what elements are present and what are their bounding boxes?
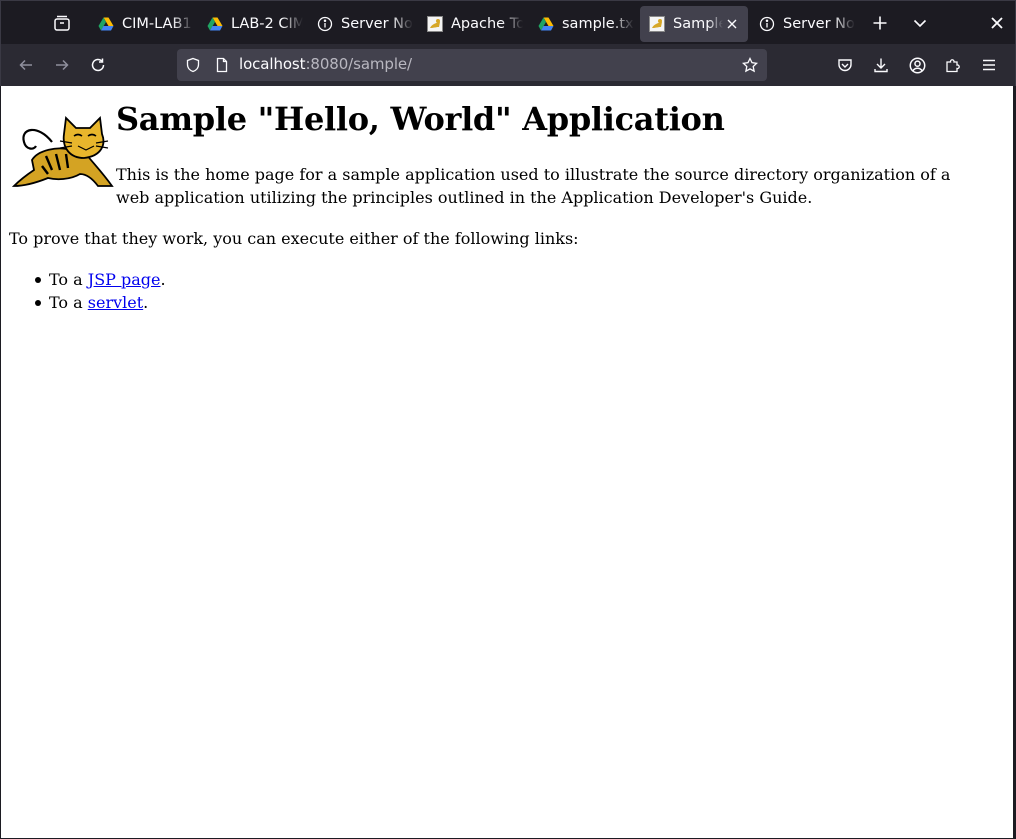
tab-title: Apache To (451, 16, 523, 32)
extensions-button[interactable] (937, 49, 969, 81)
navigation-toolbar: localhost:8080/sample/ (0, 44, 1016, 86)
list-item: To a JSP page. (33, 268, 166, 291)
tab-cim-lab1[interactable]: CIM-LAB1 (89, 6, 197, 42)
puzzle-piece-icon (946, 59, 960, 73)
close-tab-icon[interactable] (724, 16, 740, 32)
jsp-page-link[interactable]: JSP page (88, 270, 161, 289)
google-drive-icon (207, 17, 223, 31)
page-title: Sample "Hello, World" Application (116, 100, 725, 138)
forward-arrow-icon (56, 59, 69, 71)
account-button[interactable] (901, 49, 933, 81)
bookmark-star-icon[interactable] (742, 57, 758, 73)
hamburger-menu-icon (983, 59, 995, 71)
tab-title: Sample (673, 16, 723, 32)
url-text[interactable]: localhost:8080/sample/ (239, 55, 412, 73)
tab-title: CIM-LAB1 (122, 16, 192, 32)
list-all-tabs-button[interactable] (905, 8, 935, 38)
tab-server-not-found-1[interactable]: Server Not (308, 6, 416, 42)
page-info-icon[interactable] (214, 57, 230, 73)
tomcat-icon (427, 16, 443, 32)
tomcat-logo (12, 116, 114, 187)
app-menu-button[interactable] (973, 49, 1005, 81)
firefox-view-icon (54, 15, 70, 31)
tab-title: sample.txt (562, 16, 634, 32)
info-icon (759, 16, 775, 32)
list-item: To a servlet. (33, 291, 166, 314)
close-icon (991, 17, 1003, 29)
tab-title: Server Not (783, 16, 855, 32)
page-content: Sample "Hello, World" Application This i… (1, 86, 1013, 838)
url-bar[interactable]: localhost:8080/sample/ (177, 49, 767, 81)
link-prefix: To a (49, 270, 88, 289)
google-drive-icon (538, 17, 554, 31)
intro-paragraph: This is the home page for a sample appli… (116, 165, 951, 207)
pocket-icon (838, 59, 852, 72)
tab-lab2-cim[interactable]: LAB-2 CIM (198, 6, 306, 42)
account-icon (909, 57, 925, 73)
prove-paragraph: To prove that they work, you can execute… (9, 229, 579, 248)
link-prefix: To a (49, 293, 88, 312)
forward-button[interactable] (46, 49, 78, 81)
new-tab-button[interactable] (865, 8, 895, 38)
back-arrow-icon (19, 59, 32, 71)
google-drive-icon (98, 17, 114, 31)
url-host: localhost (239, 55, 306, 73)
url-path: :8080/sample/ (305, 55, 413, 73)
back-button[interactable] (10, 49, 42, 81)
links-list: To a JSP page. To a servlet. (33, 268, 166, 314)
tab-strip: CIM-LAB1 LAB-2 CIM Server Not Apache To … (0, 0, 1016, 44)
tab-apache-tomcat[interactable]: Apache To (418, 6, 526, 42)
info-icon (317, 16, 333, 32)
plus-icon (873, 16, 887, 30)
chevron-down-icon (913, 19, 927, 28)
close-window-button[interactable] (982, 8, 1012, 38)
link-suffix: . (143, 293, 149, 312)
tracking-protection-shield-icon[interactable] (185, 57, 201, 73)
tab-title: Server Not (341, 16, 413, 32)
firefox-view-button[interactable] (47, 8, 77, 38)
link-suffix: . (160, 270, 166, 289)
tab-title: LAB-2 CIM (231, 16, 303, 32)
reload-icon (91, 58, 105, 72)
tomcat-icon (649, 16, 665, 32)
tab-sample-txt[interactable]: sample.txt (529, 6, 637, 42)
downloads-button[interactable] (865, 49, 897, 81)
servlet-link[interactable]: servlet (88, 293, 143, 312)
reload-button[interactable] (82, 49, 114, 81)
pocket-button[interactable] (829, 49, 861, 81)
tab-sample-active[interactable]: Sample (640, 6, 748, 42)
download-icon (874, 58, 888, 73)
tab-server-not-found-2[interactable]: Server Not (750, 6, 858, 42)
